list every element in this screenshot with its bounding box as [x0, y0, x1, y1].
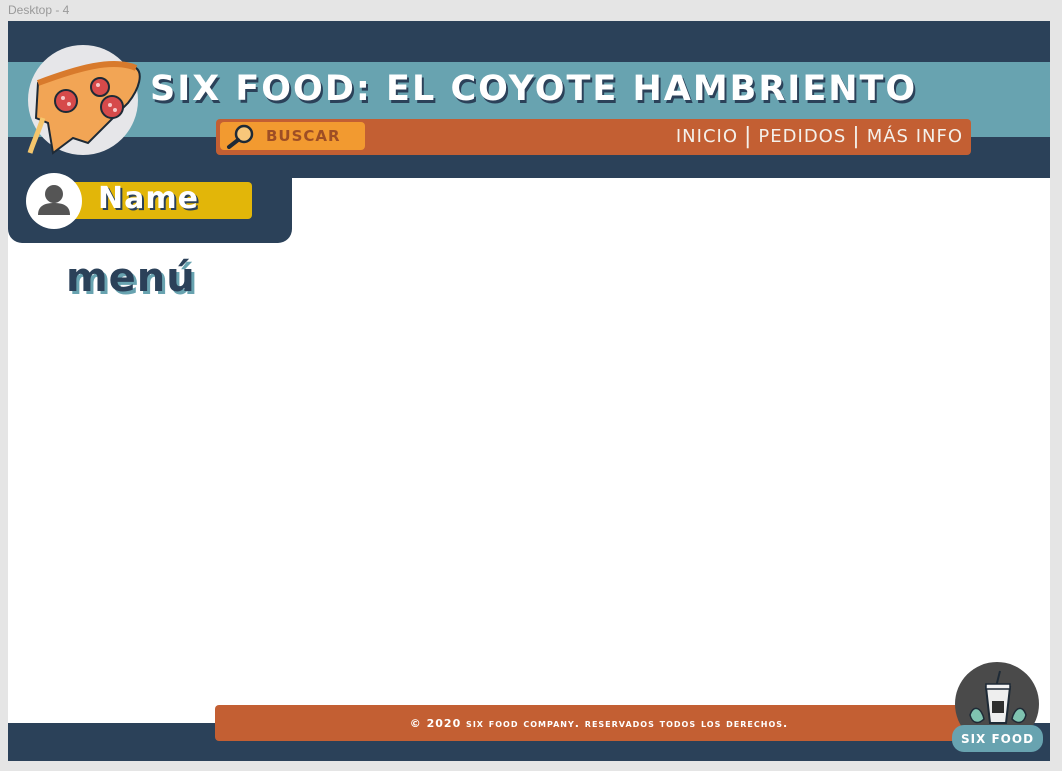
- desktop-frame: SIX FOOD: EL COYOTE HAMBRIENTO BUSCAR IN…: [8, 21, 1050, 761]
- avatar[interactable]: [26, 173, 82, 229]
- nav-link-pedidos[interactable]: PEDIDOS: [758, 126, 846, 147]
- frame-label: Desktop - 4: [8, 3, 70, 17]
- nav-separator: |: [744, 124, 753, 149]
- pizza-icon[interactable]: [18, 43, 148, 158]
- nav-bar: BUSCAR INICIO | PEDIDOS | MÁS INFO: [216, 119, 971, 155]
- search-label: BUSCAR: [266, 127, 341, 145]
- footer-bar: © 2020 SIX FOOD COMPANY. RESERVADOS TODO…: [215, 705, 983, 741]
- nav-link-mas-info[interactable]: MÁS INFO: [867, 126, 963, 147]
- user-panel: Name: [8, 171, 292, 243]
- brand-label: SIX FOOD: [960, 731, 1035, 746]
- site-title: SIX FOOD: EL COYOTE HAMBRIENTO: [150, 69, 918, 109]
- user-name: Name: [98, 181, 199, 216]
- menu-heading: menú: [66, 255, 196, 301]
- nav-link-inicio[interactable]: INICIO: [676, 126, 738, 147]
- user-icon: [38, 185, 70, 215]
- nav-links: INICIO | PEDIDOS | MÁS INFO: [676, 124, 963, 149]
- brand-pill: SIX FOOD: [952, 725, 1043, 752]
- search-button[interactable]: BUSCAR: [220, 122, 365, 150]
- copyright-text: © 2020 SIX FOOD COMPANY. RESERVADOS TODO…: [409, 716, 789, 730]
- nav-separator: |: [852, 124, 861, 149]
- magnifier-icon: [227, 124, 254, 149]
- drink-cup-icon[interactable]: [956, 663, 1040, 733]
